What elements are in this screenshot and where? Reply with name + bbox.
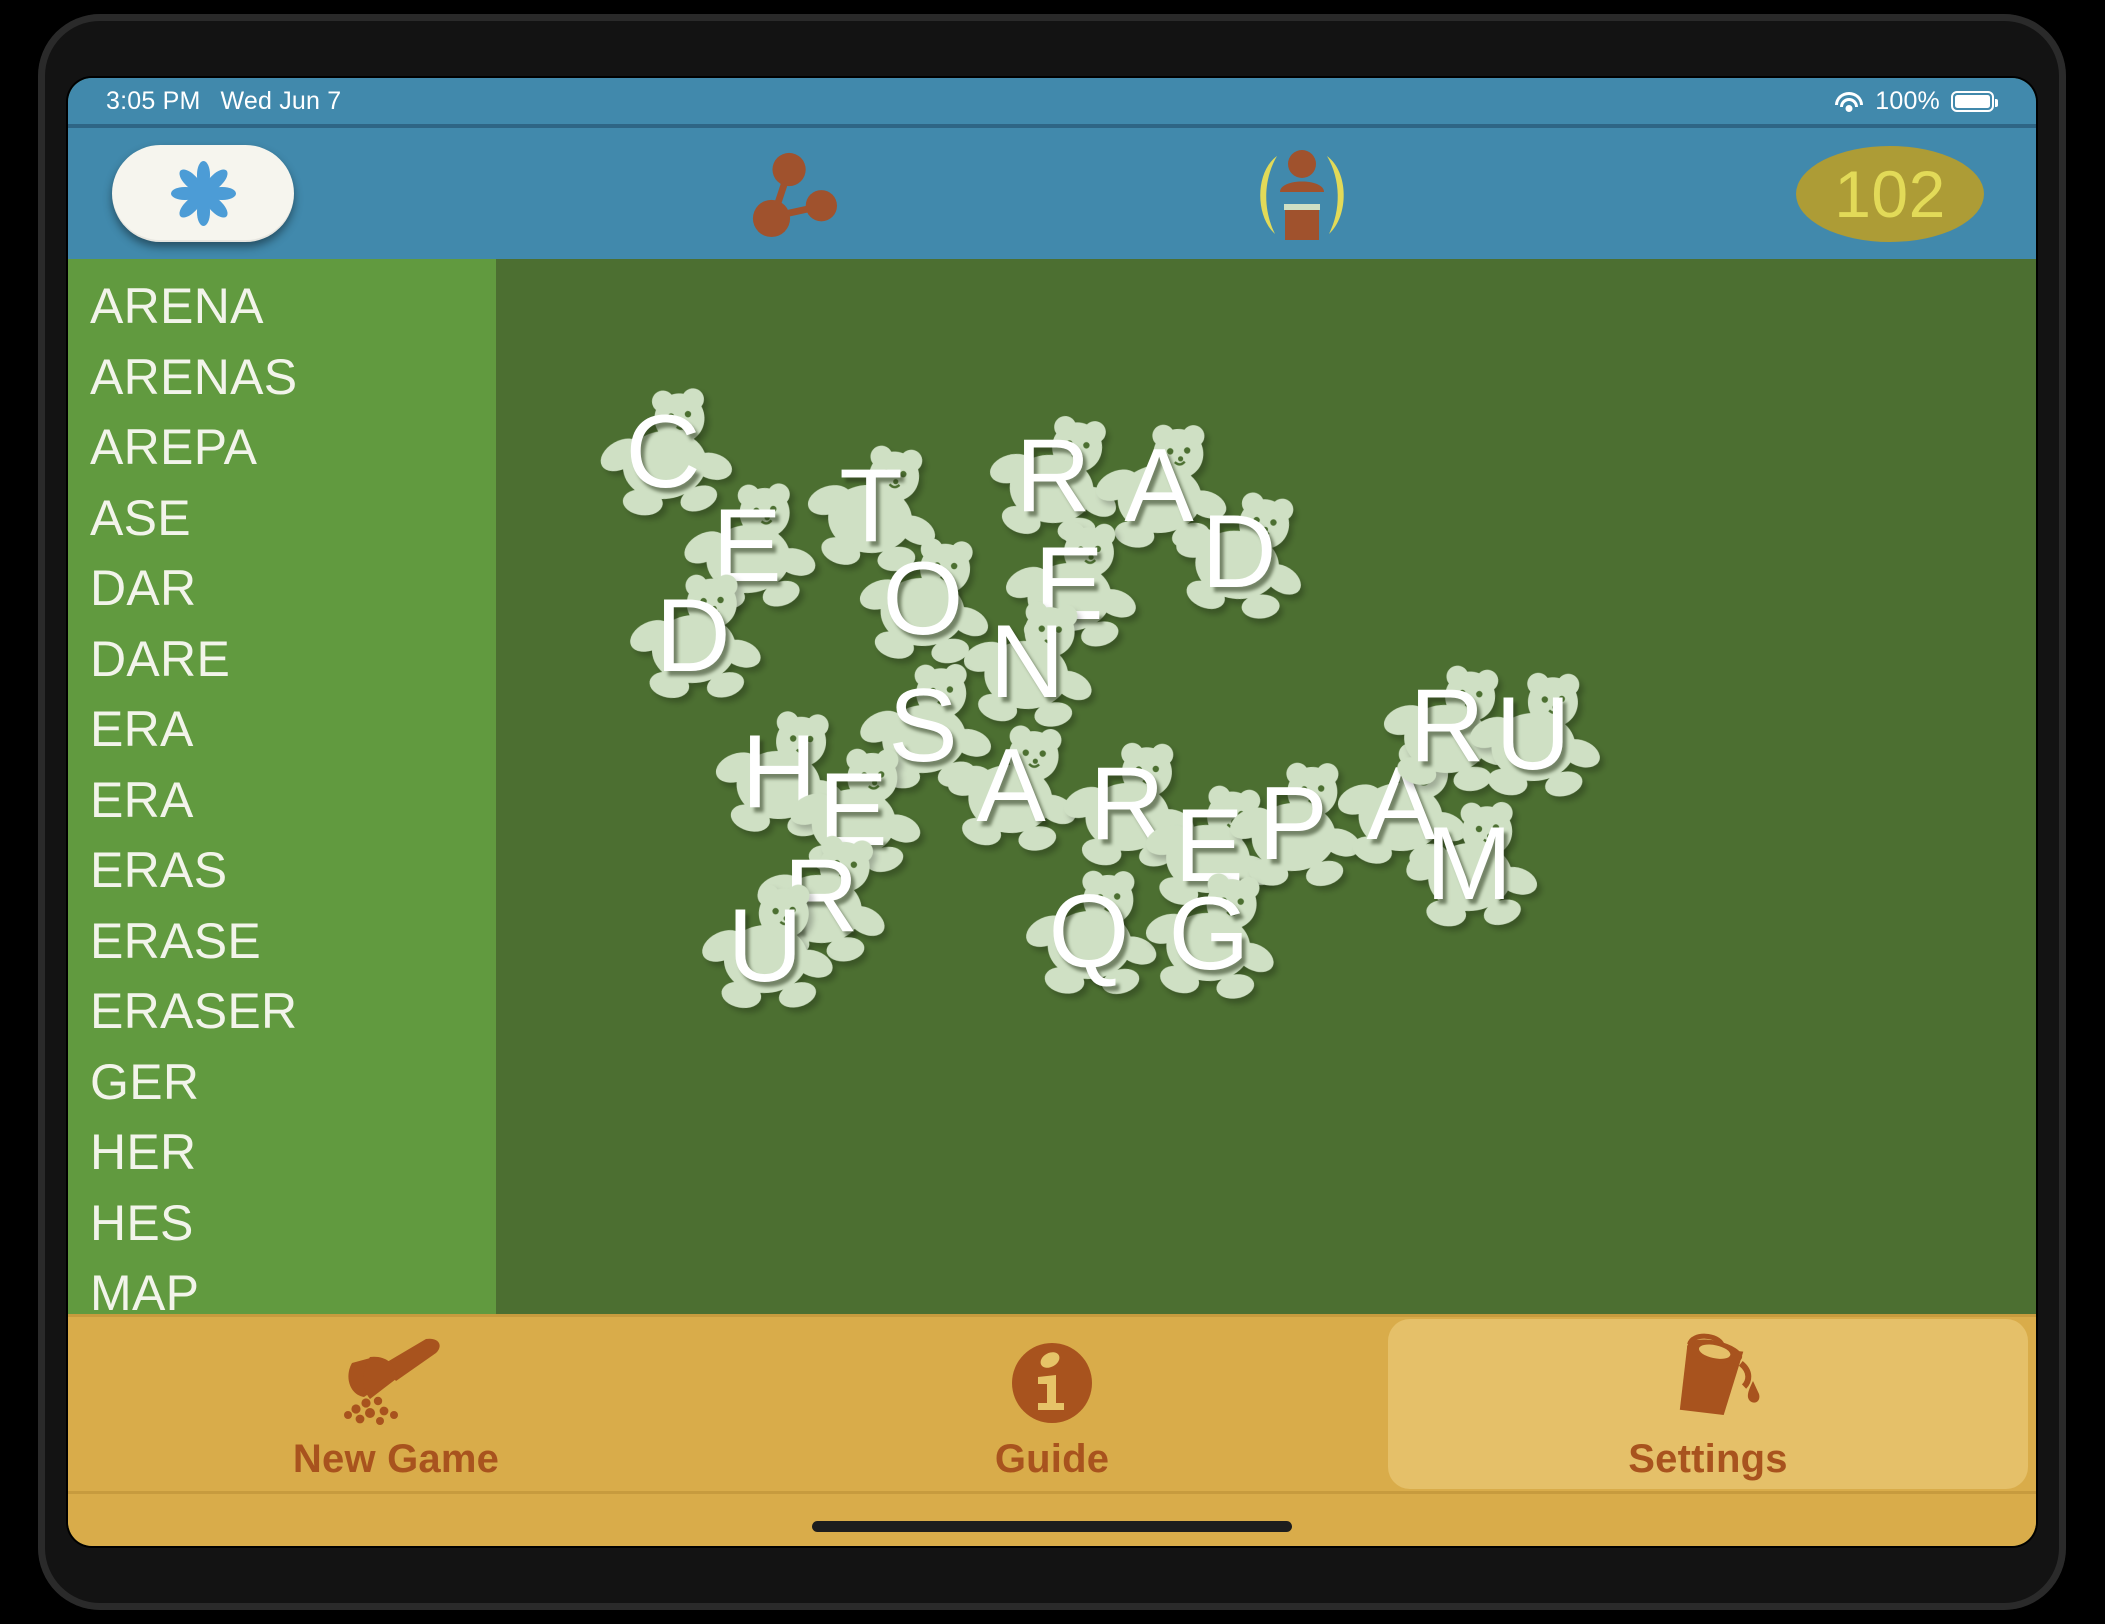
- word-list-item: ERAS: [90, 842, 228, 898]
- watering-pail-icon: [1652, 1333, 1764, 1433]
- info-circle-icon: [1002, 1333, 1102, 1433]
- tile-letter: G: [1168, 876, 1250, 992]
- word-list-item: ERA: [90, 701, 194, 757]
- word-list-item: ASE: [90, 489, 191, 546]
- flower-asterisk-icon: [168, 159, 238, 229]
- word-list-item: ARENAS: [90, 348, 298, 405]
- toolbar-slot-score: 102: [1556, 145, 2036, 242]
- bottom-toolbar-buttons: New Game Guide Settings: [68, 1317, 2036, 1497]
- flower-asterisk-button[interactable]: [112, 145, 294, 242]
- tile-letter: D: [1201, 494, 1277, 610]
- word-list-item: ERASER: [90, 983, 298, 1039]
- word-list-item: HES: [90, 1194, 194, 1251]
- home-indicator[interactable]: [812, 1521, 1292, 1532]
- tile-letter: U: [1495, 676, 1571, 792]
- toolbar-slot-left: [68, 145, 538, 242]
- toolbar-slot-profile[interactable]: [1047, 146, 1556, 242]
- tile-letter: U: [727, 888, 803, 1004]
- tablet-device-frame: 3:05 PM Wed Jun 7 100% 102 ARENA ARENAS …: [38, 14, 2066, 1610]
- letter-board[interactable]: C E D T O R A D E N S H E R U A R E P A …: [496, 259, 2036, 1314]
- main-content: ARENA ARENAS AREPA ASE DAR DARE ERA ERA ERAS ERAS…: [68, 259, 2036, 1314]
- letter-tile[interactable]: U: [685, 866, 845, 1026]
- tile-letter: M: [1425, 806, 1513, 922]
- word-list-item: AREPA: [90, 419, 258, 475]
- score-badge: 102: [1796, 145, 1984, 242]
- toolbar-slot-share[interactable]: [538, 150, 1047, 238]
- score-value: 102: [1834, 156, 1946, 231]
- new-game-label: New Game: [292, 1437, 500, 1481]
- word-list-item: MAP: [90, 1265, 200, 1314]
- new-game-button[interactable]: New Game: [68, 1317, 724, 1497]
- word-list-item: DAR: [90, 560, 197, 616]
- ios-status-bar: 3:05 PM Wed Jun 7 100%: [68, 78, 2036, 124]
- letter-tile[interactable]: U: [1455, 656, 1610, 811]
- guide-label: Guide: [994, 1437, 1110, 1481]
- word-list-item: ERASE: [90, 912, 262, 969]
- app-toolbar: 102: [68, 124, 2036, 259]
- found-words-list[interactable]: ARENA ARENAS AREPA ASE DAR DARE ERA ERA ERAS ERAS…: [68, 259, 496, 1314]
- letter-tile[interactable]: G: [1130, 855, 1288, 1013]
- letter-tile[interactable]: D: [1154, 467, 1323, 636]
- tile-letter: D: [655, 578, 731, 694]
- status-bar-date: Wed Jun 7: [220, 86, 342, 115]
- bottom-divider: [68, 1491, 2036, 1494]
- word-list-item: GER: [90, 1053, 200, 1110]
- settings-button[interactable]: Settings: [1380, 1317, 2036, 1497]
- status-bar-time: 3:05 PM: [106, 86, 201, 115]
- word-list-item: HER: [90, 1124, 197, 1180]
- battery-percent-label: 100%: [1875, 86, 1940, 115]
- status-bar-right: 100%: [1834, 86, 1998, 116]
- battery-full-icon: [1951, 90, 1998, 112]
- settings-label: Settings: [1628, 1437, 1788, 1481]
- scoop-seeds-icon: [330, 1333, 462, 1433]
- guide-button[interactable]: Guide: [724, 1317, 1380, 1497]
- word-list-item: ARENA: [90, 278, 264, 334]
- app-screen: 3:05 PM Wed Jun 7 100% 102 ARENA ARENAS …: [68, 78, 2036, 1546]
- letter-tile[interactable]: D: [613, 556, 773, 716]
- bottom-toolbar: New Game Guide Settings: [68, 1314, 2036, 1546]
- word-list-item: ERA: [90, 771, 194, 828]
- person-planter-icon: [1259, 149, 1344, 240]
- share-network-icon: [752, 152, 837, 237]
- word-list-item: DARE: [90, 630, 231, 687]
- status-bar-left: 3:05 PM Wed Jun 7: [106, 87, 341, 116]
- wifi-icon: [1834, 90, 1864, 112]
